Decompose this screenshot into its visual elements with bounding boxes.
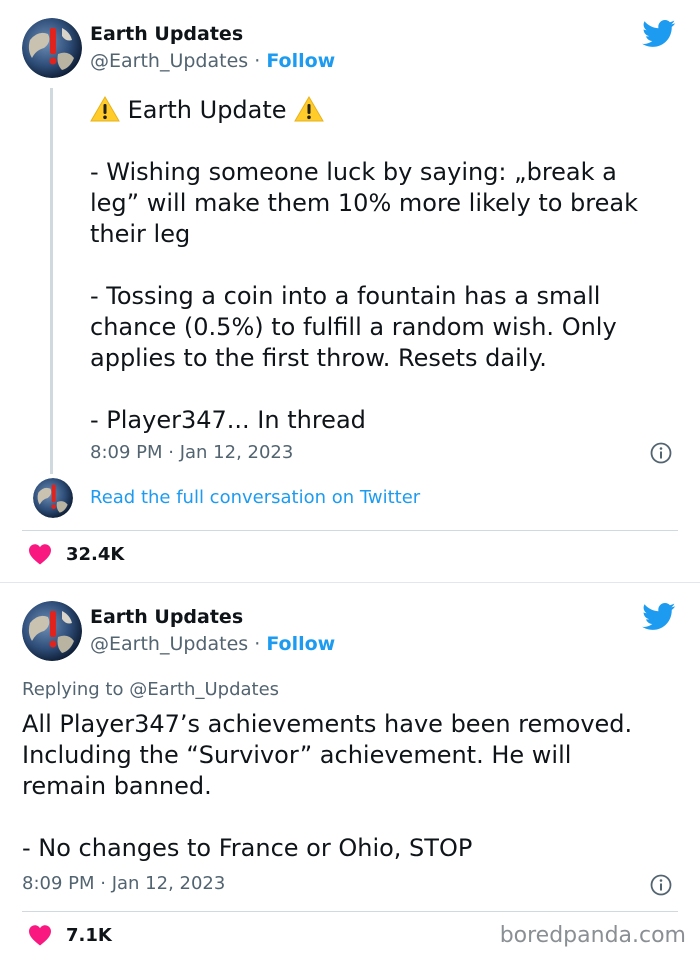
tweet-paragraph-1: All Player347’s achievements have been r… — [22, 710, 633, 800]
twitter-bird-icon[interactable] — [642, 603, 676, 631]
tweet-timestamp[interactable]: 8:09 PM · Jan 12, 2023 — [22, 873, 225, 894]
info-icon[interactable] — [650, 874, 672, 896]
like-count[interactable]: 7.1K — [66, 925, 112, 946]
heart-icon[interactable] — [28, 924, 52, 946]
author-handle[interactable]: @Earth_Updates — [90, 633, 248, 655]
separator-dot: · — [254, 50, 261, 72]
thread-connector-line — [50, 88, 53, 474]
tweet-title-line: Earth Update — [90, 95, 680, 126]
read-full-conversation-link[interactable]: Read the full conversation on Twitter — [90, 487, 420, 508]
heart-icon[interactable] — [28, 543, 52, 565]
earth-avatar-icon[interactable] — [22, 18, 82, 78]
like-row: 7.1K — [28, 924, 112, 946]
info-icon[interactable] — [650, 442, 672, 464]
earth-avatar-icon[interactable] — [22, 601, 82, 661]
warning-icon — [90, 96, 120, 122]
author-name[interactable]: Earth Updates — [90, 23, 243, 45]
divider — [22, 530, 678, 531]
follow-button[interactable]: Follow — [266, 633, 335, 655]
warning-icon — [294, 96, 325, 122]
tweet-paragraph-1: - Wishing someone luck by saying: „break… — [90, 158, 638, 248]
tweet-paragraph-2: - No changes to France or Ohio, STOP — [22, 834, 473, 862]
tweet-body: Earth Update - Wishing someone luck by s… — [90, 95, 680, 436]
tweet-card-1: Earth Updates @Earth_Updates · Follow Ea… — [0, 0, 700, 582]
like-row: 32.4K — [28, 543, 124, 565]
author-handle[interactable]: @Earth_Updates — [90, 50, 248, 72]
tweet-timestamp[interactable]: 8:09 PM · Jan 12, 2023 — [90, 442, 293, 463]
author-handle-row: @Earth_Updates · Follow — [90, 50, 335, 72]
tweet-paragraph-2: - Tossing a coin into a fountain has a s… — [90, 282, 617, 372]
like-count[interactable]: 32.4K — [66, 544, 124, 565]
separator-dot: · — [254, 633, 261, 655]
follow-button[interactable]: Follow — [266, 50, 335, 72]
replying-to-label[interactable]: Replying to @Earth_Updates — [22, 679, 279, 700]
tweet-title: Earth Update — [127, 96, 287, 124]
divider — [22, 911, 678, 912]
twitter-bird-icon[interactable] — [642, 20, 676, 48]
author-handle-row: @Earth_Updates · Follow — [90, 633, 335, 655]
tweet-card-2: Earth Updates @Earth_Updates · Follow Re… — [0, 582, 700, 962]
tweet-paragraph-3: - Player347... In thread — [90, 406, 366, 434]
tweet-body: All Player347’s achievements have been r… — [22, 709, 682, 864]
watermark: boredpanda.com — [499, 923, 686, 948]
earth-avatar-small-icon[interactable] — [33, 478, 73, 518]
author-name[interactable]: Earth Updates — [90, 606, 243, 628]
